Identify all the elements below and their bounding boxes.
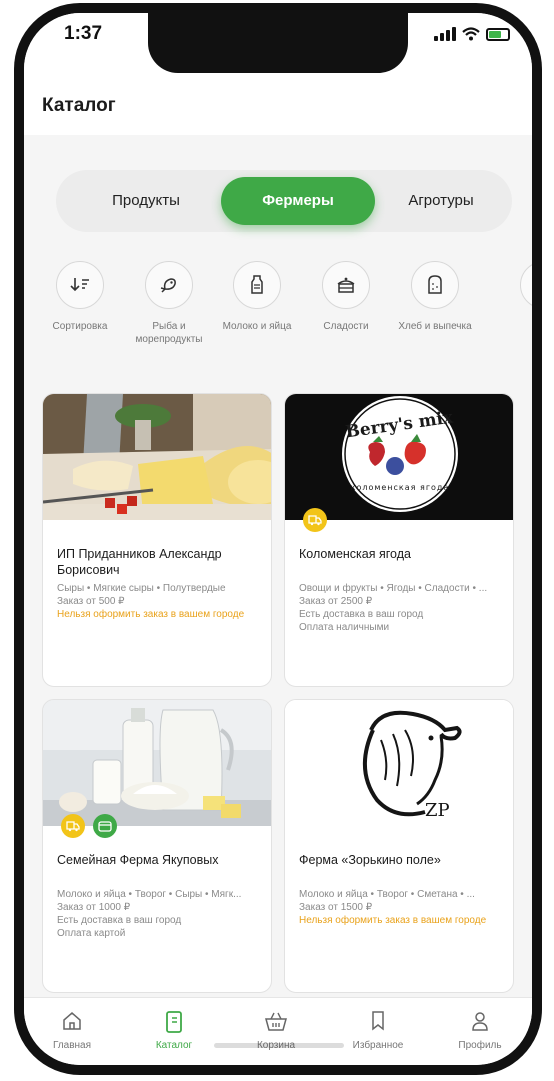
card-payment-icon (93, 814, 117, 838)
farm-delivery-status: Нельзя оформить заказ в вашем городе (299, 915, 487, 926)
farm-payment: Оплата наличными (299, 622, 390, 633)
wifi-icon (462, 27, 480, 41)
farm-delivery-status: Нельзя оформить заказ в вашем городе (57, 609, 245, 620)
tab-label: Главная (52, 1040, 92, 1051)
tab-home[interactable]: Главная (32, 1010, 112, 1051)
tab-favorites[interactable]: Избранное (338, 1010, 418, 1051)
segment-farmers[interactable]: Фермеры (221, 177, 375, 225)
category-more[interactable] (474, 261, 532, 309)
category-sweets[interactable]: Сладости (298, 261, 394, 333)
farm-payment: Оплата картой (57, 928, 126, 939)
category-label: Рыба и морепродукты (135, 321, 203, 345)
category-label: Хлеб и выпечка (398, 321, 472, 332)
bottom-tab-bar: Главная Каталог Корзина Избранное Профил… (24, 997, 532, 1065)
farm-delivery-status: Есть доставка в ваш город (57, 915, 182, 926)
farm-name: Ферма «Зорькино поле» (299, 853, 441, 867)
notch (148, 13, 408, 73)
farm-tags: Молоко и яйца • Творог • Сметана • ... (299, 889, 475, 900)
screen: 1:37 Каталог Продукты Фермеры Агротуры С… (24, 13, 532, 1065)
farm-photo-cheese (43, 394, 271, 520)
farm-name: ИП Приданников Александр Борисович (57, 547, 222, 577)
status-time: 1:37 (64, 23, 103, 44)
status-bar: 1:37 (24, 13, 532, 73)
farm-logo-zorkino-pole: ZP (285, 700, 513, 826)
logo-text-bottom: коломенская ягода (351, 483, 450, 492)
battery-icon (486, 28, 510, 41)
sort-icon (56, 261, 104, 309)
category-label: Сладости (323, 321, 369, 332)
milk-icon (233, 261, 281, 309)
farm-photo-dairy (43, 700, 271, 826)
signal-icon (434, 27, 456, 41)
status-icons (434, 27, 510, 41)
more-icon (520, 261, 532, 309)
basket-icon (236, 1010, 316, 1036)
home-icon (32, 1010, 112, 1036)
cake-icon (322, 261, 370, 309)
delivery-truck-icon (61, 814, 85, 838)
farm-card[interactable]: Семейная Ферма Якуповых Молоко и яйца • … (42, 699, 272, 993)
delivery-truck-icon (303, 508, 327, 532)
farm-name: Коломенская ягода (299, 547, 411, 561)
fish-icon (145, 261, 193, 309)
farm-card[interactable]: ZP Ферма «Зорькино поле» Молоко и яйца •… (284, 699, 514, 993)
page-title: Каталог (42, 95, 116, 116)
tab-label: Каталог (155, 1040, 193, 1051)
farm-tags: Молоко и яйца • Творог • Сыры • Мягк... (57, 889, 242, 900)
category-bread[interactable]: Хлеб и выпечка (387, 261, 483, 333)
segment-products[interactable]: Продукты (76, 170, 216, 232)
tab-label: Избранное (352, 1040, 404, 1051)
category-sort[interactable]: Сортировка (32, 261, 128, 333)
farm-tags: Овощи и фрукты • Ягоды • Сладости • ... (299, 583, 488, 594)
farm-card[interactable]: Berry's mix коломенская ягода Коломенска… (284, 393, 514, 687)
category-row: Сортировка Рыба и морепродукты Молоко и … (24, 261, 532, 361)
bookmark-icon (338, 1010, 418, 1036)
farm-min-order: Заказ от 500 ₽ (57, 596, 125, 607)
logo-text: ZP (425, 800, 450, 821)
category-label: Молоко и яйца (222, 321, 292, 332)
segment-control: Продукты Фермеры Агротуры (56, 170, 512, 232)
tab-catalog[interactable]: Каталог (134, 1010, 214, 1051)
farm-min-order: Заказ от 1500 ₽ (299, 902, 373, 913)
farm-min-order: Заказ от 2500 ₽ (299, 596, 373, 607)
catalog-icon (134, 1010, 214, 1036)
farm-logo-berrys-mix: Berry's mix коломенская ягода (285, 394, 513, 520)
header: Каталог (24, 73, 532, 135)
category-fish[interactable]: Рыба и морепродукты (121, 261, 217, 346)
profile-icon (440, 1010, 520, 1036)
farm-tags: Сыры • Мягкие сыры • Полутвердые (57, 583, 226, 594)
tab-label: Профиль (458, 1040, 502, 1051)
farm-card[interactable]: ИП Приданников Александр Борисович Сыры … (42, 393, 272, 687)
bread-icon (411, 261, 459, 309)
category-milk[interactable]: Молоко и яйца (209, 261, 305, 333)
farm-min-order: Заказ от 1000 ₽ (57, 902, 131, 913)
segment-agrotours[interactable]: Агротуры (381, 170, 501, 232)
farm-name: Семейная Ферма Якуповых (57, 853, 219, 867)
category-label: Сортировка (52, 321, 108, 332)
tab-profile[interactable]: Профиль (440, 1010, 520, 1051)
phone-frame: 1:37 Каталог Продукты Фермеры Агротуры С… (14, 3, 542, 1075)
home-indicator (214, 1043, 344, 1048)
farm-delivery-status: Есть доставка в ваш город (299, 609, 424, 620)
